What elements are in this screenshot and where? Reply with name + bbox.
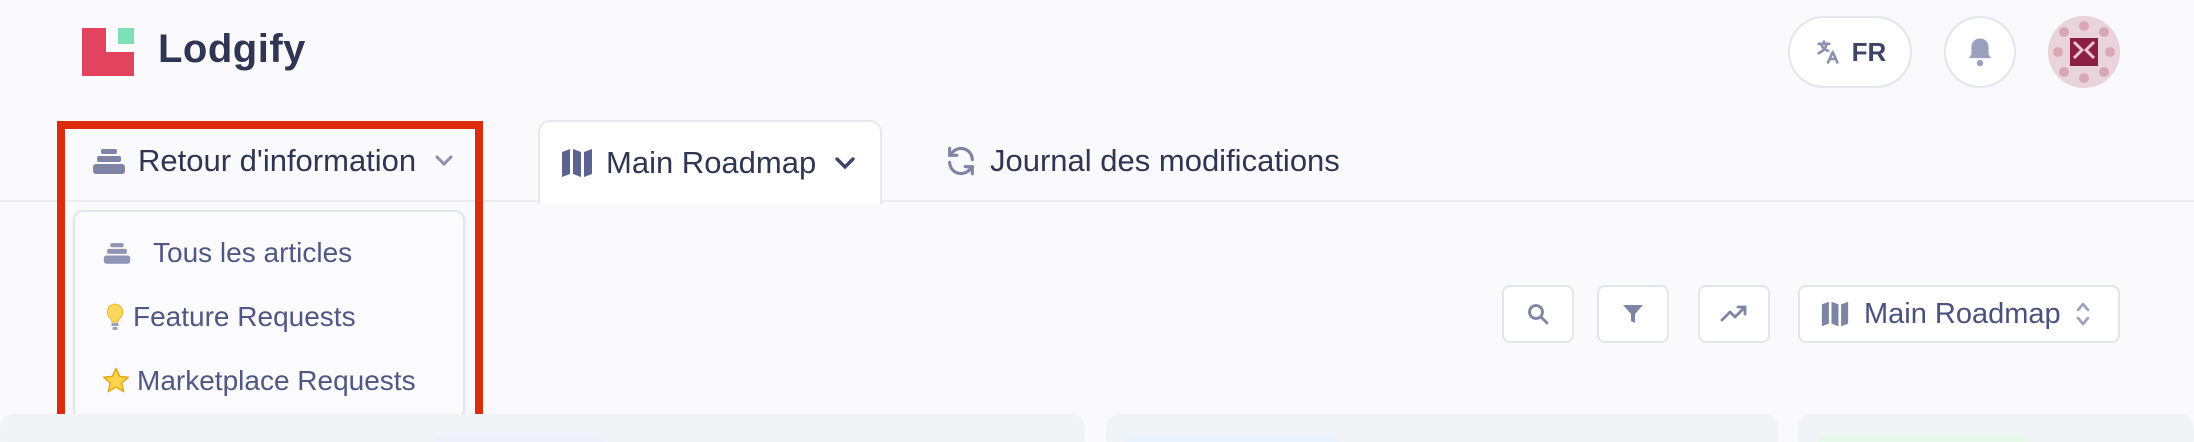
tab-main-roadmap[interactable]: Main Roadmap (538, 120, 882, 204)
tab-main-roadmap-label: Main Roadmap (606, 145, 817, 180)
language-label: FR (1851, 36, 1887, 67)
dropdown-item-label: Marketplace Requests (137, 365, 416, 396)
tab-changelog-label: Journal des modifications (990, 143, 1340, 178)
dropdown-item-label: Feature Requests (133, 301, 356, 332)
lightbulb-icon (106, 303, 124, 330)
feedback-dropdown-menu: Tous les articles Feature Requests Marke… (73, 210, 465, 420)
notifications-button[interactable] (1944, 16, 2016, 88)
dropdown-item-marketplace-requests[interactable]: Marketplace Requests (75, 353, 463, 409)
refresh-icon (948, 146, 974, 176)
filter-icon (1623, 305, 1643, 323)
language-button[interactable]: FR (1788, 16, 1912, 88)
chevron-down-icon (835, 157, 855, 170)
tab-feedback[interactable]: Retour d'information (92, 120, 454, 202)
dropdown-item-label: Tous les articles (153, 237, 353, 268)
map-icon (562, 149, 592, 177)
tab-feedback-label: Retour d'information (138, 143, 417, 178)
status-badge (1818, 434, 2028, 442)
dropdown-item-feature-requests[interactable]: Feature Requests (75, 289, 463, 345)
status-badge (435, 434, 603, 442)
user-avatar[interactable] (2048, 16, 2120, 88)
stack-icon (103, 243, 131, 264)
translate-icon (1817, 40, 1839, 64)
chevron-down-icon (435, 155, 453, 167)
bell-icon (1968, 38, 1992, 67)
map-icon (1821, 301, 1849, 327)
brand-name[interactable]: Lodgify (158, 27, 306, 72)
dropdown-item-all-articles[interactable]: Tous les articles (75, 225, 463, 281)
tab-bar: Retour d'information Main Roadmap Journa… (0, 120, 2194, 204)
status-badge (1126, 434, 1338, 442)
stack-icon (93, 149, 125, 174)
search-button[interactable] (1502, 285, 1574, 343)
top-bar: Lodgify FR (0, 0, 2194, 110)
avatar-icon (2048, 16, 2120, 88)
filter-button[interactable] (1597, 285, 1669, 343)
logo-icon[interactable] (82, 28, 134, 76)
search-icon (1528, 304, 1549, 325)
trends-button[interactable] (1698, 285, 1770, 343)
roadmap-select[interactable]: Main Roadmap (1798, 285, 2120, 343)
star-icon (103, 367, 129, 393)
trending-icon (1720, 305, 1747, 322)
chevron-updown-icon (2076, 302, 2089, 326)
roadmap-select-label: Main Roadmap (1864, 297, 2061, 330)
tab-changelog[interactable]: Journal des modifications (944, 120, 1340, 202)
